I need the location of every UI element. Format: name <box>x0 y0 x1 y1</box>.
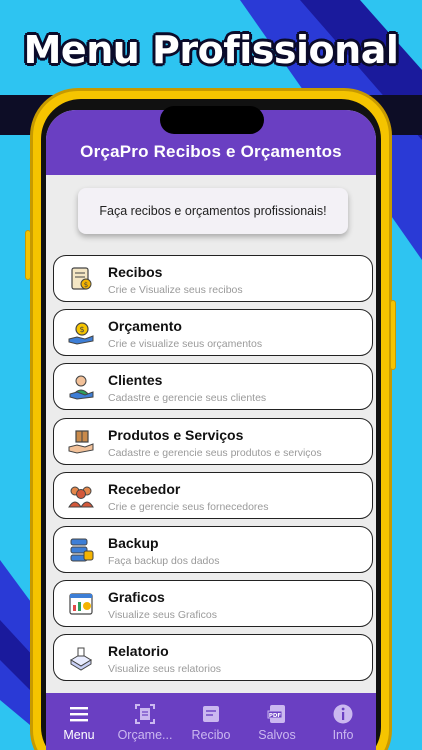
report-icon <box>70 647 92 671</box>
receipt-edit-icon <box>203 706 219 722</box>
chart-icon <box>69 593 93 615</box>
phone-notch <box>160 106 264 134</box>
menu-item-label: Recebedor <box>108 480 181 497</box>
pdf-icon: PDF <box>267 705 285 723</box>
svg-text:PDF: PDF <box>269 713 282 719</box>
menu-item-relatorio[interactable]: Relatorio Visualize seus relatorios <box>53 634 373 682</box>
people-group-icon <box>68 486 94 508</box>
menu-item-subtitle: Cadastre e gerencie seus produtos e serv… <box>108 446 322 459</box>
menu-item-subtitle: Visualize seus Graficos <box>108 609 217 622</box>
menu-item-subtitle: Visualize seus relatorios <box>108 663 222 676</box>
menu-item-clientes[interactable]: Clientes Cadastre e gerencie seus client… <box>53 363 373 411</box>
menu-item-label: Clientes <box>108 372 163 389</box>
box-hand-icon <box>68 429 94 454</box>
database-icon <box>70 538 94 562</box>
tagline-card: Faça recibos e orçamentos profissionais! <box>78 188 348 234</box>
menu-item-subtitle: Faça backup dos dados <box>108 554 220 567</box>
phone-volume-button <box>25 230 31 280</box>
menu-item-graficos[interactable]: Graficos Visualize seus Graficos <box>53 580 373 628</box>
hamburger-icon <box>70 707 88 722</box>
promo-headline: Menu Profissional <box>23 28 399 72</box>
menu-item-label: Graficos <box>108 589 165 606</box>
svg-text:$: $ <box>84 281 88 289</box>
menu-item-label: Backup <box>108 534 159 551</box>
app-screen: OrçaPro Recibos e Orçamentos Faça recibo… <box>46 110 376 750</box>
menu-item-label: Relatorio <box>108 643 169 660</box>
menu-item-recebedor[interactable]: Recebedor Crie e gerencie seus fornecedo… <box>53 471 373 519</box>
phone-power-button <box>390 300 396 370</box>
nav-info[interactable]: Info <box>310 693 376 750</box>
client-icon <box>69 375 94 400</box>
scan-document-icon <box>135 704 155 724</box>
nav-label: Salvos <box>258 728 296 742</box>
menu-item-label: Recibos <box>108 264 163 280</box>
menu-item-label: Produtos e Serviços <box>108 426 244 443</box>
nav-orcamentos[interactable]: Orçame... <box>112 693 178 750</box>
menu-item-label: Orçamento <box>108 318 182 335</box>
menu-item-backup[interactable]: Backup Faça backup dos dados <box>53 525 373 573</box>
info-icon <box>333 704 353 724</box>
app-title: OrçaPro Recibos e Orçamentos <box>80 142 342 161</box>
svg-text:$: $ <box>79 325 84 334</box>
menu-item-subtitle: Crie e gerencie seus fornecedores <box>108 500 269 513</box>
menu-item-orcamento[interactable]: $ Orçamento Crie e visualize seus orçame… <box>53 309 373 357</box>
menu-item-subtitle: Crie e visualize seus orçamentos <box>108 338 263 351</box>
money-hand-icon: $ <box>68 322 94 345</box>
menu-item-recibos[interactable]: $ Recibos Crie e Visualize seus recibos <box>53 255 373 302</box>
nav-menu[interactable]: Menu <box>46 693 112 750</box>
receipt-icon: $ <box>71 267 92 290</box>
menu-item-subtitle: Cadastre e gerencie seus clientes <box>108 392 267 405</box>
nav-salvos[interactable]: PDF Salvos <box>244 693 310 750</box>
nav-label: Recibo <box>191 728 231 742</box>
bottom-nav: Menu Orçame... Recibo PDF Salvos Info <box>46 693 376 750</box>
menu-item-produtos-servicos[interactable]: Produtos e Serviços Cadastre e gerencie … <box>53 417 373 465</box>
nav-recibo[interactable]: Recibo <box>178 693 244 750</box>
tagline-text: Faça recibos e orçamentos profissionais! <box>99 204 327 218</box>
nav-label: Menu <box>63 728 95 742</box>
menu-list: $ Recibos Crie e Visualize seus recibos … <box>53 255 373 689</box>
nav-label: Orçame... <box>117 728 173 742</box>
menu-item-subtitle: Crie e Visualize seus recibos <box>108 284 243 296</box>
nav-label: Info <box>332 728 354 742</box>
